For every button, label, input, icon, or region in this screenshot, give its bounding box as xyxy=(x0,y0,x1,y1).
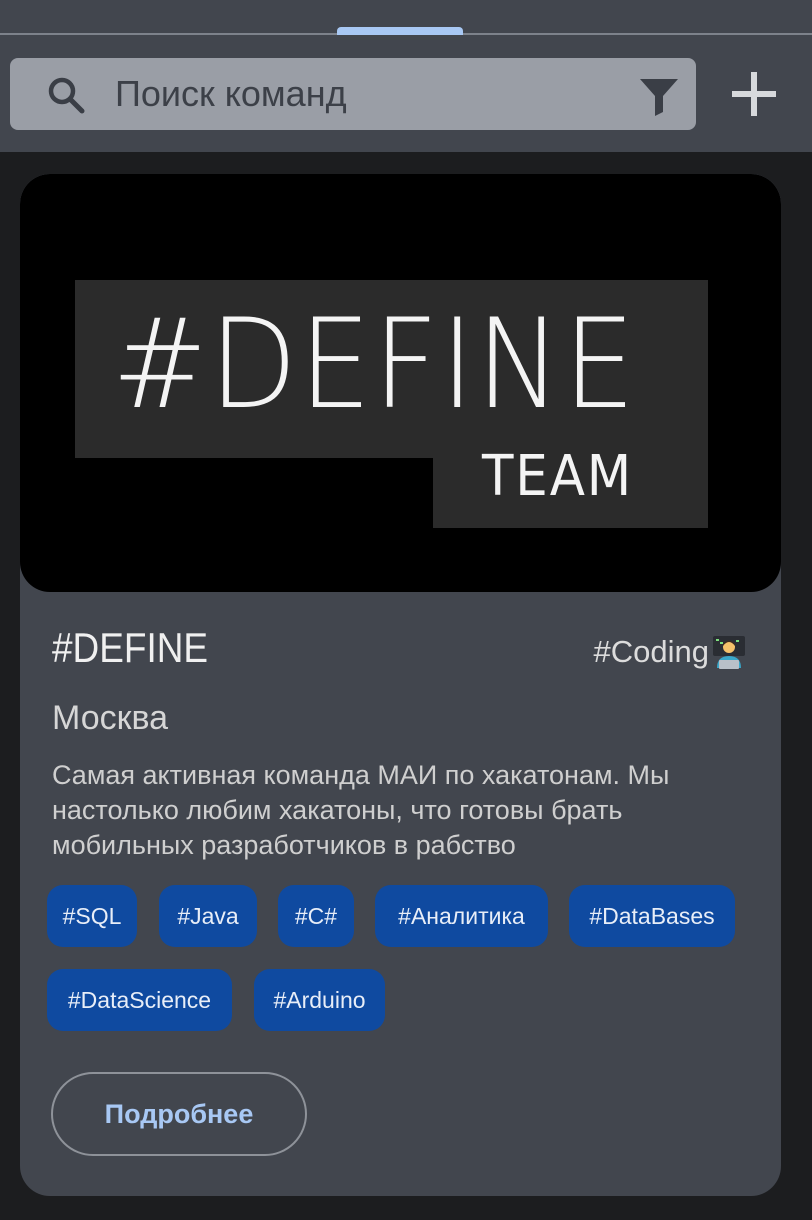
tag-chip[interactable]: #Arduino xyxy=(254,969,385,1031)
team-name: #DEFINE xyxy=(52,624,209,671)
team-category: #Coding xyxy=(594,632,747,672)
category-label: #Coding xyxy=(593,634,709,669)
tag-chip[interactable]: #DataScience xyxy=(47,969,232,1031)
tag-chip[interactable]: #SQL xyxy=(47,885,137,947)
logo-sub-text: TEAM xyxy=(482,444,634,509)
tag-chip[interactable]: #DataBases xyxy=(569,885,735,947)
filter-icon[interactable] xyxy=(638,76,680,116)
top-bar: Поиск команд xyxy=(0,0,812,152)
tag-chip[interactable]: #C# xyxy=(278,885,354,947)
team-card[interactable]: #DEFINE TEAM #DEFINE #Coding Москва Сама… xyxy=(20,174,781,1196)
tag-chip[interactable]: #Java xyxy=(159,885,257,947)
technologist-icon xyxy=(713,636,745,669)
team-description: Самая активная команда МАИ по хакатонам.… xyxy=(52,760,670,860)
search-icon xyxy=(48,77,85,114)
add-team-icon[interactable] xyxy=(730,70,778,118)
tag-chip[interactable]: #Аналитика xyxy=(375,885,548,947)
search-bar[interactable]: Поиск команд xyxy=(10,58,696,130)
team-banner-image: #DEFINE TEAM xyxy=(20,174,781,592)
details-button[interactable]: Подробнее xyxy=(51,1072,307,1156)
logo-main-text: #DEFINE xyxy=(112,293,638,437)
search-input[interactable]: Поиск команд xyxy=(115,58,347,130)
tab-indicator xyxy=(337,27,463,35)
team-city: Москва xyxy=(52,699,169,737)
